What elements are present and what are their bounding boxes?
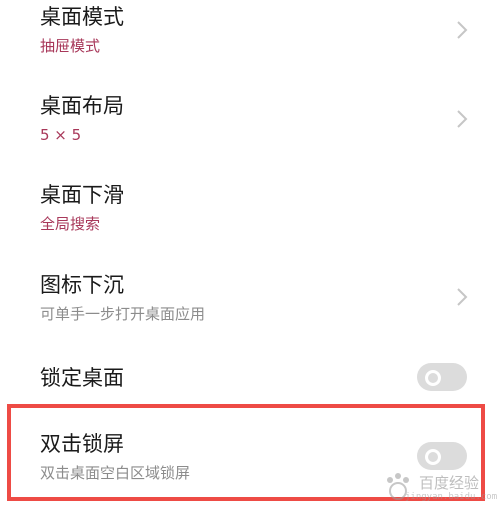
setting-value: 抽屉模式 <box>40 37 101 55</box>
chevron-right-icon <box>457 288 468 306</box>
lock-desktop-toggle[interactable] <box>417 363 467 391</box>
settings-list: 桌面模式 抽屉模式 桌面布局 5 × 5 桌面下滑 全局搜索 图标下沉 可单手一… <box>0 0 497 515</box>
setting-title: 桌面下滑 <box>40 183 124 207</box>
chevron-right-icon <box>457 110 468 128</box>
toggle-knob <box>425 370 441 386</box>
chevron-right-icon <box>457 21 468 39</box>
setting-row-desktop-layout[interactable]: 桌面布局 5 × 5 <box>0 80 497 160</box>
setting-value: 全局搜索 <box>40 215 101 233</box>
setting-row-icon-sink[interactable]: 图标下沉 可单手一步打开桌面应用 <box>0 260 497 340</box>
setting-title: 图标下沉 <box>40 273 124 297</box>
setting-value: 5 × 5 <box>40 126 82 144</box>
setting-row-desktop-mode[interactable]: 桌面模式 抽屉模式 <box>0 0 497 70</box>
setting-description: 可单手一步打开桌面应用 <box>40 305 206 323</box>
setting-title: 桌面模式 <box>40 5 124 29</box>
setting-title: 桌面布局 <box>40 94 124 118</box>
watermark-text: 百度经验 <box>419 474 480 492</box>
watermark-subtext: jingyan.baidu.com <box>405 492 497 502</box>
setting-title: 锁定桌面 <box>40 366 124 390</box>
setting-row-lock-desktop: 锁定桌面 <box>0 350 497 400</box>
watermark: 百度经验 jingyan.baidu.com <box>375 468 497 506</box>
setting-row-desktop-swipe-down[interactable]: 桌面下滑 全局搜索 <box>0 170 497 250</box>
